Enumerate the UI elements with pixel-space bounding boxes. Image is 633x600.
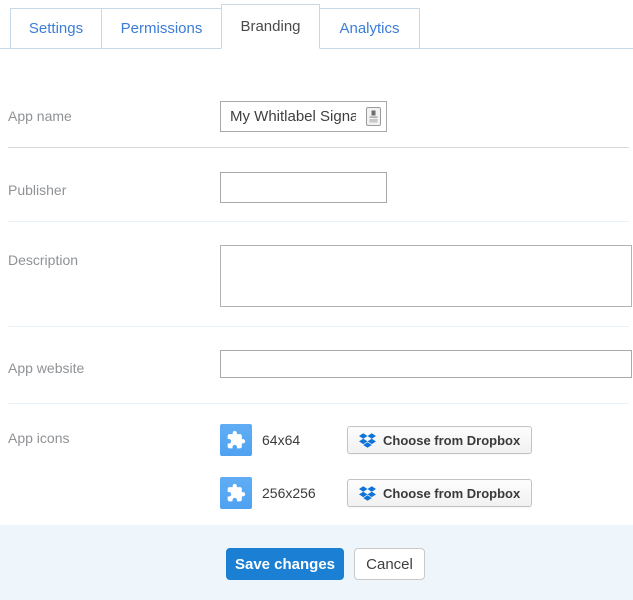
choose-from-dropbox-button[interactable]: Choose from Dropbox [347,479,533,507]
app-website-row: App website [0,327,633,403]
dropbox-button-label: Choose from Dropbox [383,485,521,501]
description-row: Description [0,222,633,326]
app-name-row: App name [0,49,633,147]
choose-from-dropbox-button[interactable]: Choose from Dropbox [347,426,533,454]
save-changes-button[interactable]: Save changes [226,548,344,580]
icon-size-label: 64x64 [262,432,301,448]
app-website-input[interactable] [220,350,632,378]
app-icon-item-256: 256x256 Choose from Dropbox [220,477,633,509]
tab-permissions[interactable]: Permissions [101,8,222,48]
dropbox-icon [359,432,376,448]
app-icons-label: App icons [8,430,70,446]
tab-settings[interactable]: Settings [10,8,102,48]
description-label: Description [8,252,79,268]
dropbox-icon [359,485,376,501]
dropbox-button-label: Choose from Dropbox [383,432,521,448]
publisher-input[interactable] [220,172,387,203]
app-icon-item-64: 64x64 Choose from Dropbox [220,424,633,456]
form-footer: Save changes Cancel [0,525,633,600]
tab-analytics[interactable]: Analytics [319,8,420,48]
puzzle-icon [220,424,252,456]
tab-branding[interactable]: Branding [221,4,320,49]
app-name-label: App name [8,108,72,124]
publisher-label: Publisher [8,182,67,198]
tab-bar: Settings Permissions Branding Analytics [0,0,633,49]
branding-settings-page: Settings Permissions Branding Analytics … [0,0,633,600]
description-textarea[interactable] [220,245,632,307]
publisher-row: Publisher [0,148,633,221]
cancel-button[interactable]: Cancel [354,548,425,580]
icon-size-label: 256x256 [262,485,316,501]
app-name-input[interactable] [220,101,387,132]
app-website-label: App website [8,360,85,376]
autofill-icon[interactable] [366,107,381,126]
app-icons-row: App icons 64x64 Choose from Dropbox 256x… [0,404,633,525]
puzzle-icon [220,477,252,509]
